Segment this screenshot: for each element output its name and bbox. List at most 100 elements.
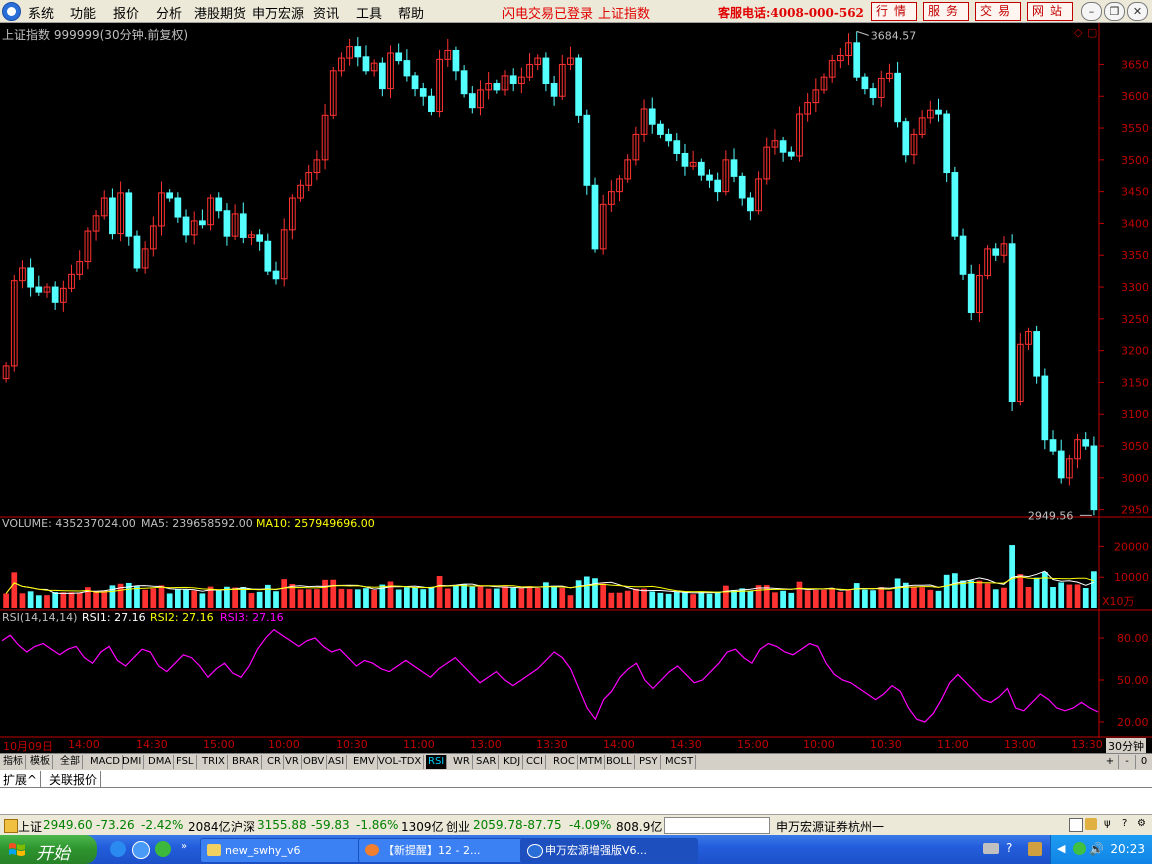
- hs-change: -59.83: [311, 818, 350, 832]
- indicator-tab[interactable]: SAR: [474, 755, 500, 769]
- candle-body: [109, 197, 116, 235]
- volume-bar: [1074, 584, 1081, 608]
- volume-bar: [641, 588, 647, 608]
- indicator-tab[interactable]: DMA: [146, 755, 175, 769]
- quicklaunch-more-icon[interactable]: »: [181, 841, 187, 852]
- indicator-tab[interactable]: MACD: [88, 755, 123, 769]
- expand-button[interactable]: 扩展^: [0, 771, 42, 788]
- folder-icon: [207, 844, 221, 856]
- indicator-tab[interactable]: PSY: [637, 755, 661, 769]
- indicator-tab[interactable]: CCI: [524, 755, 546, 769]
- start-button[interactable]: 开始: [0, 835, 97, 864]
- minimize-button[interactable]: –: [1081, 2, 1102, 21]
- flash-trade-status[interactable]: 闪电交易已登录: [502, 3, 593, 22]
- indicator-tab[interactable]: TRIX: [200, 755, 228, 769]
- volume-bar: [534, 587, 541, 608]
- zoom-in-button[interactable]: +: [1102, 755, 1119, 769]
- chart-area[interactable]: 3650 3600 3550 3500 3450 3400 3350 3300 3250 3200…: [0, 23, 1152, 738]
- menu-item-tools[interactable]: 工具: [356, 3, 382, 22]
- volume-bar: [27, 591, 34, 608]
- indicator-tab[interactable]: ROC: [551, 755, 578, 769]
- candle-body: [199, 220, 206, 226]
- info-icon[interactable]: ?: [1122, 818, 1127, 829]
- menu-item-info[interactable]: 资讯: [313, 3, 339, 22]
- menu-item-quote[interactable]: 报价: [113, 3, 139, 22]
- keyboard-icon[interactable]: [983, 843, 999, 854]
- menu-item-swhy[interactable]: 申万宏源: [252, 3, 304, 22]
- candle-body: [411, 75, 419, 90]
- tray-arrow-icon[interactable]: ◀: [1057, 842, 1065, 855]
- indicator-tab[interactable]: OBV: [301, 755, 328, 769]
- price-tick-label: 3650: [1121, 58, 1149, 71]
- window-icon[interactable]: [1069, 818, 1083, 832]
- time-label: 11:00: [403, 738, 435, 751]
- indicator-tab[interactable]: WR: [451, 755, 473, 769]
- time-label: 10:00: [268, 738, 300, 751]
- trade-button[interactable]: 交易: [975, 2, 1021, 21]
- volume-bar: [706, 593, 713, 608]
- indicator-tab[interactable]: DMI: [120, 755, 145, 769]
- task-button-trading-app[interactable]: 申万宏源增强版V6...: [520, 838, 698, 863]
- index-link[interactable]: 上证指数: [598, 3, 650, 22]
- reset-zoom-button[interactable]: 0: [1136, 755, 1152, 769]
- volume-icon[interactable]: 🔊: [1089, 842, 1104, 856]
- price-tick-label: 3050: [1121, 440, 1149, 453]
- kline-chart[interactable]: 3650 3600 3550 3500 3450 3400 3350 3300 3250 3200…: [0, 23, 1152, 738]
- ie-alt-icon[interactable]: [132, 841, 150, 859]
- indicator-tab[interactable]: VR: [283, 755, 302, 769]
- indicator-tab[interactable]: BRAR: [230, 755, 263, 769]
- status-icon[interactable]: [4, 819, 18, 833]
- indicator-tab[interactable]: ASI: [326, 755, 348, 769]
- website-button[interactable]: 网站: [1027, 2, 1073, 21]
- volume-bar: [412, 587, 418, 608]
- menu-item-hk-futures[interactable]: 港股期货: [194, 3, 246, 22]
- expand-row: 扩展^ 关联报价: [0, 770, 1152, 788]
- indicator-tab[interactable]: MCST: [663, 755, 697, 769]
- menu-item-analysis[interactable]: 分析: [156, 3, 182, 22]
- indicator-tab[interactable]: VOL-TDX: [376, 755, 425, 769]
- market-button[interactable]: 行情: [871, 2, 917, 21]
- indicator-tab[interactable]: MTM: [577, 755, 606, 769]
- period-selector[interactable]: 30分钟: [1106, 738, 1146, 754]
- hs-value: 3155.88: [257, 818, 307, 832]
- close-button[interactable]: ✕: [1127, 2, 1148, 21]
- app-logo-icon[interactable]: [2, 2, 21, 21]
- pane-maximize-icon[interactable]: ▢: [1087, 26, 1097, 39]
- indicator-tab[interactable]: BOLL: [604, 755, 635, 769]
- candle-body: [239, 213, 247, 238]
- indicator-tab[interactable]: EMV: [351, 755, 378, 769]
- indicator-tab[interactable]: 模板: [28, 755, 53, 769]
- help-icon[interactable]: ?: [1006, 841, 1012, 855]
- hs-pct: -1.86%: [356, 818, 399, 832]
- signal-icon[interactable]: ψ: [1104, 818, 1111, 829]
- volume-bar: [404, 587, 410, 608]
- lock-icon[interactable]: [1085, 818, 1097, 830]
- browser-icon[interactable]: [155, 841, 171, 857]
- task-button-folder[interactable]: new_swhy_v6: [200, 838, 378, 863]
- restore-button[interactable]: ❐: [1104, 2, 1125, 21]
- settings-icon[interactable]: ⚙: [1137, 818, 1146, 829]
- volume-bar: [616, 592, 623, 608]
- menu-item-help[interactable]: 帮助: [398, 3, 424, 22]
- service-button[interactable]: 服务: [923, 2, 969, 21]
- menu-item-system[interactable]: 系统: [28, 3, 54, 22]
- ie-icon[interactable]: [110, 841, 126, 857]
- related-quote-button[interactable]: 关联报价: [46, 771, 102, 788]
- volume-bar: [52, 592, 59, 608]
- volume-bar: [862, 589, 868, 608]
- zoom-out-button[interactable]: -: [1119, 755, 1136, 769]
- pane-control-icon[interactable]: ◇: [1074, 26, 1082, 39]
- indicator-tab[interactable]: 全部: [58, 755, 83, 769]
- price-tick-label: 3200: [1121, 345, 1149, 358]
- media-icon[interactable]: [1073, 842, 1086, 855]
- task-button-browser[interactable]: 【新提醒】12 - 2...: [358, 838, 536, 863]
- indicator-tab-bar: 指标 模板 全部 MACD DMI DMA FSL TRIX BRAR CR VR OBV ASI EMV…: [0, 753, 1152, 771]
- indicator-tab[interactable]: RSI: [426, 755, 448, 769]
- volume-bar: [600, 583, 607, 608]
- tray-app-icon[interactable]: [1028, 842, 1042, 856]
- indicator-tab[interactable]: KDJ: [501, 755, 524, 769]
- menu-item-function[interactable]: 功能: [70, 3, 96, 22]
- indicator-tab[interactable]: CR: [265, 755, 284, 769]
- indicator-tab[interactable]: FSL: [174, 755, 197, 769]
- indicator-tab[interactable]: 指标: [1, 755, 26, 769]
